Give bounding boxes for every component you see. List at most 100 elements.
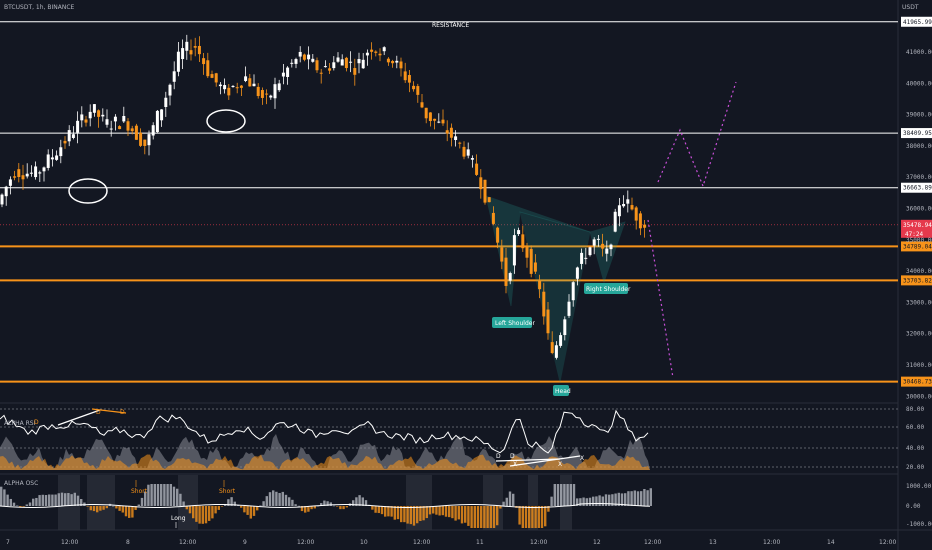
osc-bar (432, 506, 435, 514)
osc-bar (345, 506, 348, 508)
osc-bar (201, 506, 204, 524)
osc-bar (54, 494, 57, 506)
osc-bar (188, 506, 192, 514)
osc-bar (262, 501, 265, 506)
osc-bar (294, 504, 297, 506)
osc-bar (384, 506, 387, 517)
osc-bar (476, 506, 480, 528)
price-tick: 34000.00 (906, 268, 932, 275)
osc-bar (627, 491, 630, 506)
osc-bar (371, 506, 374, 510)
rsi-tick: 80.00 (906, 406, 924, 413)
osc-bar (640, 491, 643, 506)
osc-bar (166, 484, 169, 506)
time-tick: 12:00 (644, 539, 661, 546)
time-tick: 12:00 (179, 539, 196, 546)
osc-tick: -1000.00 (906, 521, 932, 528)
price-tick: 33000.00 (906, 299, 932, 306)
candle (134, 123, 138, 140)
osc-bar (211, 506, 214, 519)
osc-bar (531, 506, 534, 528)
osc-bar (92, 506, 96, 512)
chart-area[interactable]: BTCUSDT, 1h, BINANCE USDT RESISTANCE Lef… (0, 0, 932, 550)
osc-bar (163, 484, 166, 506)
rsi-title: ALPHA RSI (4, 420, 36, 427)
osc-bar (643, 489, 646, 506)
osc-bar (649, 488, 652, 506)
left-shoulder-label: Left Shoulder (495, 320, 535, 327)
osc-bar (156, 484, 160, 506)
osc-bar (374, 506, 377, 513)
osc-bar (505, 497, 508, 506)
osc-bar (64, 493, 67, 506)
price-tick: 30000.00 (906, 393, 932, 400)
time-tick: 12:00 (879, 539, 896, 546)
osc-bar (192, 506, 195, 519)
osc-bar (444, 506, 448, 517)
osc-bar (41, 494, 44, 506)
osc-bar (486, 506, 489, 528)
osc-bar (265, 496, 268, 506)
head-badge: Head (553, 385, 571, 396)
osc-bar (121, 506, 124, 513)
osc-bar (297, 505, 300, 507)
time-tick: 14 (827, 539, 835, 546)
osc-bar (492, 506, 496, 528)
osc-bar (489, 506, 492, 528)
svg-text:Short: Short (219, 488, 236, 495)
osc-bar (220, 506, 224, 507)
osc-bar (592, 496, 595, 506)
osc-bar (6, 494, 9, 506)
osc-bar (150, 484, 153, 506)
osc-bar (585, 498, 588, 506)
osc-bar (102, 506, 105, 510)
osc-bar (524, 506, 528, 528)
osc-bar (412, 506, 416, 526)
osc-bar (131, 506, 134, 518)
level-price-tag: 33703.82 (901, 275, 932, 286)
main-price-pane[interactable] (0, 0, 898, 403)
osc-bar (96, 506, 99, 513)
osc-bar (28, 502, 32, 506)
osc-bar (89, 506, 92, 511)
osc-bar (249, 506, 252, 519)
osc-bar (67, 493, 70, 506)
time-tick: 12 (593, 539, 601, 546)
resistance-label: RESISTANCE (432, 22, 469, 29)
osc-bar (400, 506, 403, 523)
osc-bar (259, 505, 262, 507)
right-shoulder-badge: Right Shoulder (584, 283, 631, 294)
osc-bar (214, 506, 217, 514)
osc-bar (86, 506, 89, 507)
osc-bar (457, 506, 460, 520)
osc-title: ALPHA OSC (4, 480, 38, 487)
candle (588, 246, 592, 257)
osc-bar (176, 488, 179, 506)
time-tick: 12:00 (297, 539, 314, 546)
osc-bar (147, 484, 150, 506)
osc-bar (124, 506, 128, 517)
osc-bar (636, 491, 640, 506)
osc-bar (60, 492, 64, 506)
svg-text:X: X (558, 461, 562, 468)
osc-bar (288, 497, 291, 506)
osc-bar (390, 506, 393, 517)
osc-tick: 1000.00 (906, 483, 932, 490)
time-tick: 13 (709, 539, 717, 546)
osc-bar (393, 506, 396, 520)
osc-bar (563, 484, 566, 506)
svg-text:33703.82: 33703.82 (903, 277, 932, 284)
osc-bar (419, 506, 422, 522)
osc-bar (48, 494, 51, 506)
price-tick: 38000.00 (906, 143, 932, 150)
time-axis[interactable]: 7 12:00 8 12:00 9 12:00 10 12:00 11 12:00 12 12:00 1… (6, 539, 896, 546)
osc-bar (73, 492, 76, 506)
price-axis[interactable]: 41965.99 38409.95 36663.89 34789.04 33703.82… (901, 16, 932, 528)
osc-bar (598, 495, 601, 506)
osc-bar (601, 496, 604, 506)
osc-pane[interactable] (0, 474, 898, 530)
osc-bar (35, 497, 38, 506)
osc-bar (441, 506, 444, 516)
osc-bar (566, 484, 569, 506)
osc-bar (38, 495, 41, 506)
